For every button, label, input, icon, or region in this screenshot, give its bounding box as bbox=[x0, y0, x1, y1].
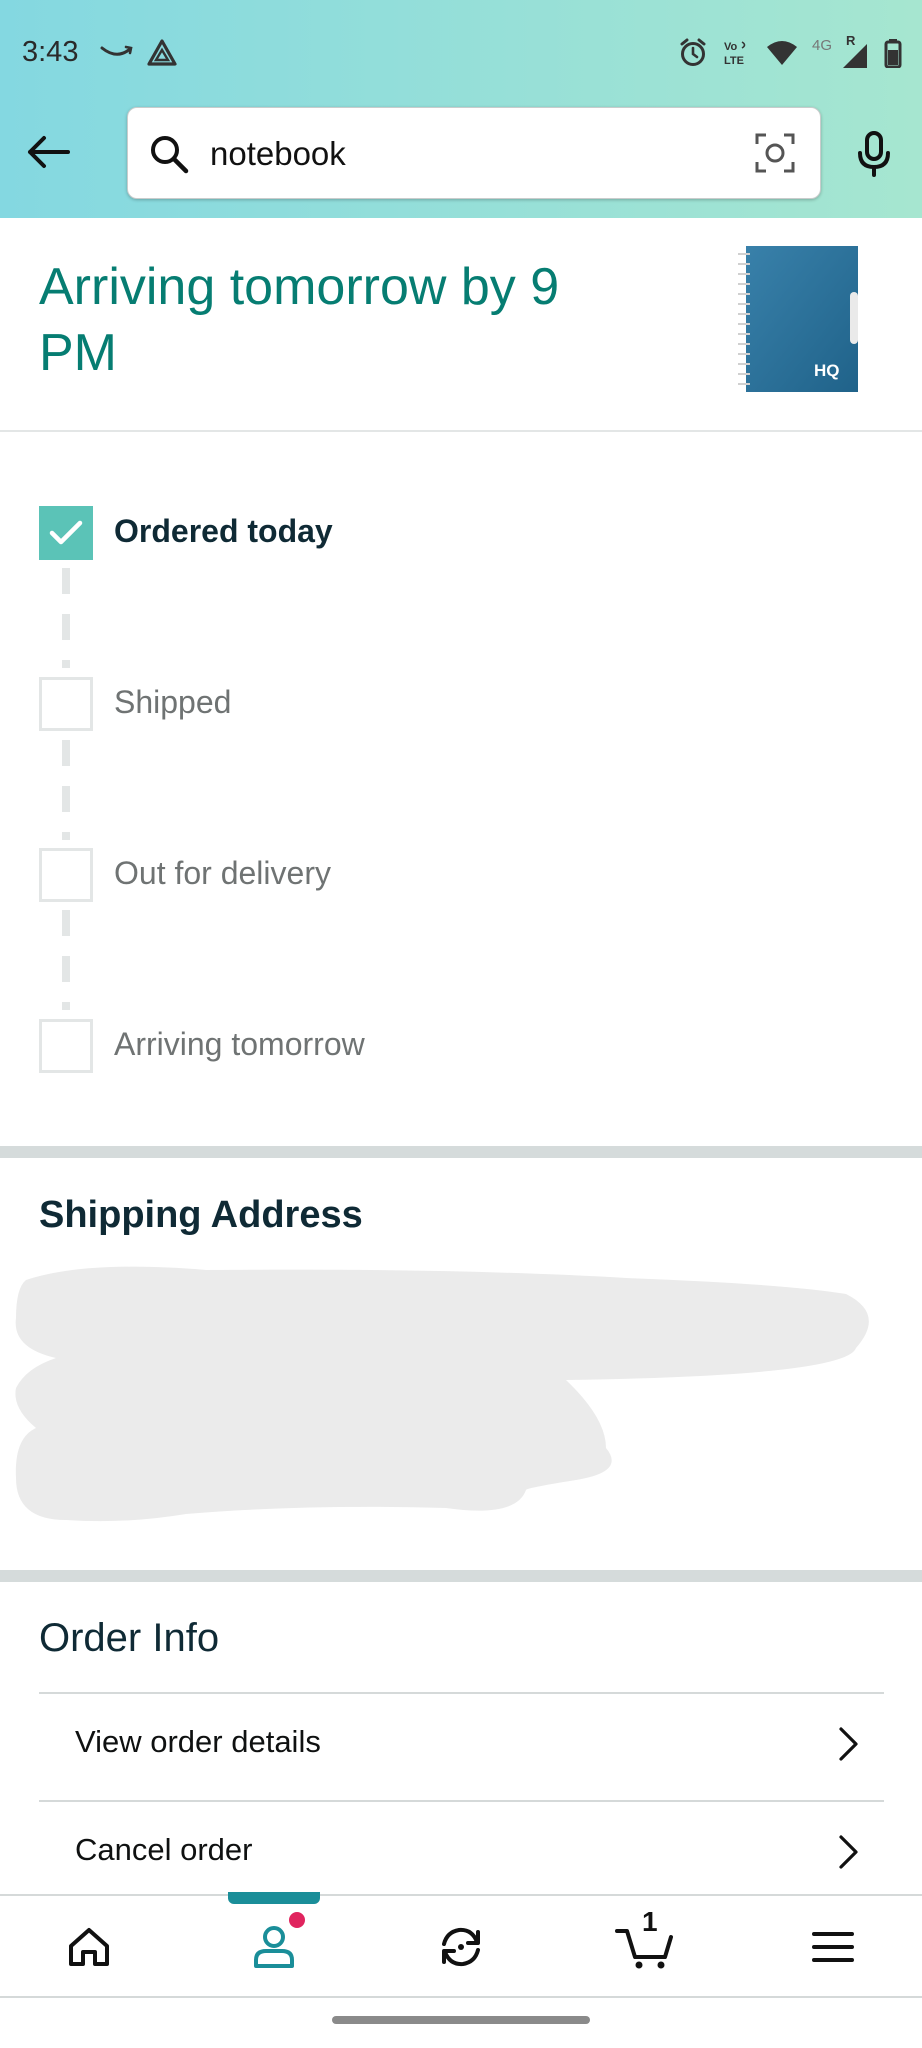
voice-search-button[interactable] bbox=[848, 128, 900, 180]
redacted-address bbox=[6, 1258, 876, 1533]
cancel-order-row[interactable]: Cancel order bbox=[39, 1800, 884, 1908]
product-thumbnail[interactable]: HQ bbox=[736, 244, 862, 394]
back-button[interactable] bbox=[20, 124, 76, 180]
cart-count-badge: 1 bbox=[642, 1906, 658, 1937]
active-tab-indicator bbox=[228, 1892, 320, 1904]
tracker-connector bbox=[62, 910, 70, 1010]
step-label: Ordered today bbox=[114, 513, 333, 549]
tracker-step-ordered: Ordered today bbox=[39, 505, 333, 561]
nav-account[interactable] bbox=[229, 1912, 319, 1978]
person-icon bbox=[254, 1926, 294, 1968]
step-label: Arriving tomorrow bbox=[114, 1026, 365, 1062]
camera-scan-icon[interactable] bbox=[754, 132, 796, 179]
drive-notification-icon bbox=[146, 38, 178, 73]
step-checkbox bbox=[39, 506, 93, 560]
amazon-notification-icon bbox=[100, 44, 134, 65]
app-header: 3:43 Vo LTE 4G R bbox=[0, 0, 922, 218]
cellular-signal-icon: 4G R bbox=[812, 33, 870, 69]
view-order-details-row[interactable]: View order details bbox=[39, 1692, 884, 1800]
network-type-badge: 4G bbox=[812, 37, 833, 54]
nav-home[interactable] bbox=[44, 1916, 134, 1978]
tracker-step-shipped: Shipped bbox=[39, 676, 231, 732]
chevron-right-icon bbox=[838, 1726, 860, 1767]
tracker-connector bbox=[62, 568, 70, 668]
step-checkbox bbox=[39, 1019, 93, 1073]
step-checkbox bbox=[39, 848, 93, 902]
tracker-connector bbox=[62, 740, 70, 840]
bottom-navigation: 1 bbox=[0, 1892, 922, 1996]
step-checkbox bbox=[39, 677, 93, 731]
tracker-step-out-for-delivery: Out for delivery bbox=[39, 847, 331, 903]
checkmark-icon bbox=[49, 520, 83, 545]
alarm-icon bbox=[678, 38, 708, 68]
gesture-handle[interactable] bbox=[332, 2016, 590, 2024]
wifi-icon bbox=[766, 39, 798, 67]
step-label: Out for delivery bbox=[114, 855, 331, 891]
tracker-step-arriving: Arriving tomorrow bbox=[39, 1018, 365, 1074]
search-input[interactable] bbox=[210, 126, 690, 182]
nav-buy-again[interactable] bbox=[416, 1916, 506, 1978]
arrival-title: Arriving tomorrow by 9 PM bbox=[39, 258, 560, 382]
battery-icon bbox=[884, 38, 902, 68]
chevron-right-icon bbox=[838, 1834, 860, 1875]
volte-icon: Vo LTE bbox=[722, 38, 752, 68]
nav-cart[interactable]: 1 bbox=[600, 1906, 690, 1978]
svg-text:Vo: Vo bbox=[724, 41, 738, 53]
microphone-icon bbox=[858, 131, 890, 177]
status-icons: Vo LTE 4G R bbox=[678, 33, 902, 70]
shipping-address-title: Shipping Address bbox=[39, 1194, 363, 1236]
status-time: 3:43 bbox=[22, 36, 79, 68]
step-label: Shipped bbox=[114, 684, 232, 720]
refresh-icon bbox=[442, 1927, 480, 1967]
notification-dot bbox=[289, 1912, 305, 1928]
svg-text:LTE: LTE bbox=[724, 55, 744, 67]
search-icon bbox=[148, 133, 190, 180]
order-info-title: Order Info bbox=[39, 1616, 220, 1660]
section-divider bbox=[0, 1146, 922, 1158]
row-label: Cancel order bbox=[75, 1832, 253, 1867]
row-label: View order details bbox=[75, 1724, 321, 1759]
hamburger-menu-icon bbox=[812, 1932, 854, 1962]
divider bbox=[0, 430, 922, 432]
arrow-left-icon bbox=[28, 136, 70, 168]
status-bar: 3:43 Vo LTE 4G R bbox=[0, 0, 922, 106]
section-divider bbox=[0, 1570, 922, 1582]
product-brand-text: HQ bbox=[814, 361, 840, 380]
nav-menu[interactable] bbox=[788, 1916, 878, 1978]
home-icon bbox=[69, 1928, 109, 1966]
search-bar[interactable] bbox=[127, 107, 821, 199]
